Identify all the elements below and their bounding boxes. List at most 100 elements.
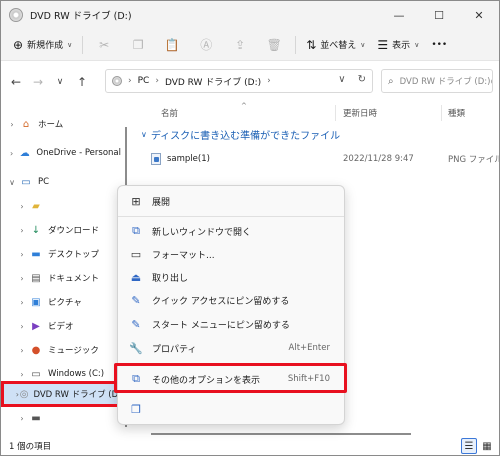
close-button[interactable]: ✕	[459, 1, 499, 29]
window-title: DVD RW ドライブ (D:)	[30, 11, 132, 22]
group-header[interactable]: ∨ ディスクに書き込む準備ができたファイル	[141, 127, 340, 142]
menu-item-pin-start[interactable]: ✎ スタート メニューにピン留めする	[122, 313, 340, 335]
network-drive-icon: ▬	[31, 412, 41, 424]
more-button[interactable]: •••	[425, 33, 453, 57]
expand-chevron-icon[interactable]: ›	[15, 414, 29, 423]
breadcrumb-drive[interactable]: DVD RW ドライブ (D:)	[165, 75, 261, 88]
menu-item-label: プロパティ	[152, 344, 197, 355]
view-label: 表示	[392, 41, 411, 51]
recent-chevron-icon[interactable]: ∨	[49, 77, 71, 87]
expand-chevron-icon[interactable]: ›	[15, 226, 29, 235]
sidebar-item-desktop[interactable]: › ▬ デスクトップ	[1, 243, 121, 265]
back-arrow-icon[interactable]: ←	[5, 75, 27, 89]
paste-icon[interactable]: 📋	[155, 38, 189, 52]
dvd-drive-icon	[112, 76, 122, 86]
share-icon[interactable]: ⇪	[223, 38, 257, 52]
divider	[82, 35, 84, 54]
collapse-chevron-icon[interactable]: ∨	[5, 178, 19, 187]
chevron-down-icon[interactable]: ∨	[338, 74, 345, 85]
pin-icon: ✎	[131, 317, 141, 331]
sidebar-item-home[interactable]: › ⌂ ホーム	[1, 113, 121, 135]
expand-chevron-icon[interactable]: ›	[15, 322, 29, 331]
expand-chevron-icon[interactable]: ›	[15, 370, 29, 379]
list-item[interactable]: sample(1) 2022/11/28 9:47 PNG ファイル	[151, 149, 499, 169]
column-header-name[interactable]: 名前	[161, 107, 178, 119]
menu-item-format[interactable]: ▭ フォーマット...	[122, 243, 340, 265]
navigation-row: ← → ∨ ↑ › PC › DVD RW ドライブ (D:) › ∨ ↻ ⌕ …	[1, 63, 499, 101]
home-icon: ⌂	[22, 118, 30, 130]
menu-item-copy[interactable]: ❐	[122, 398, 340, 420]
sidebar-item-pc[interactable]: ∨ ▭ PC	[1, 171, 121, 193]
eject-icon: ⏏	[130, 270, 142, 284]
sidebar-item-downloads[interactable]: › ↓ ダウンロード	[1, 219, 121, 241]
sidebar-item-videos[interactable]: › ▶ ビデオ	[1, 315, 121, 337]
sort-button[interactable]: ⇅ 並べ替え ∨	[300, 33, 371, 57]
sidebar-item-user-folder[interactable]: › ▰	[1, 195, 121, 217]
search-box[interactable]: ⌕ DVD RW ドライブ (D:)の検索	[381, 69, 493, 93]
column-headers: 名前 ^ 更新日時 種類	[123, 101, 499, 125]
horizontal-scrollbar[interactable]	[151, 433, 411, 435]
sidebar-item-documents[interactable]: › ▤ ドキュメント	[1, 267, 121, 289]
expand-chevron-icon[interactable]: ›	[15, 346, 29, 355]
minimize-button[interactable]: —	[379, 1, 419, 29]
expand-chevron-icon[interactable]: ›	[15, 298, 29, 307]
copy-icon[interactable]: ❐	[121, 38, 155, 52]
copy-icon: ❐	[131, 402, 141, 416]
menu-item-label: 新しいウィンドウで開く	[152, 227, 252, 238]
menu-item-shortcut: Alt+Enter	[288, 343, 330, 353]
command-bar: ⊕ 新規作成 ∨ ✂ ❐ 📋 Ⓐ ⇪ 🗑 ⇅ 並べ替え ∨ ☰ 表示 ∨ •••	[1, 29, 499, 61]
file-date: 2022/11/28 9:47	[343, 154, 414, 164]
menu-item-properties[interactable]: 🔧 プロパティ Alt+Enter	[122, 337, 340, 359]
details-view-icon[interactable]: ☰	[461, 438, 477, 454]
dvd-drive-icon	[9, 8, 23, 22]
breadcrumb-pc[interactable]: PC	[138, 76, 150, 86]
menu-divider	[118, 216, 344, 217]
address-bar[interactable]: › PC › DVD RW ドライブ (D:) › ∨ ↻	[105, 69, 373, 93]
new-label: 新規作成	[27, 41, 64, 51]
pin-icon: ✎	[131, 293, 141, 307]
column-header-date[interactable]: 更新日時	[343, 107, 377, 119]
cut-icon[interactable]: ✂	[87, 38, 121, 52]
breadcrumb-chevron-icon: ›	[267, 76, 271, 86]
search-icon: ⌕	[388, 75, 394, 87]
menu-item-expand[interactable]: ⊞ 展開	[122, 190, 340, 212]
expand-chevron-icon[interactable]: ›	[5, 120, 19, 129]
expand-chevron-icon[interactable]: ›	[15, 274, 29, 283]
menu-item-pin-quick-access[interactable]: ✎ クイック アクセスにピン留めする	[122, 289, 340, 311]
menu-item-open-new-window[interactable]: ⧉ 新しいウィンドウで開く	[122, 220, 340, 242]
menu-item-label: 展開	[152, 197, 171, 208]
highlight-box	[114, 363, 347, 393]
explorer-window: DVD RW ドライブ (D:) — ☐ ✕ ⊕ 新規作成 ∨ ✂ ❐ 📋 Ⓐ …	[0, 0, 500, 456]
file-name: sample(1)	[167, 154, 210, 164]
up-arrow-icon[interactable]: ↑	[71, 75, 93, 89]
sidebar-item-label: ホーム	[38, 120, 64, 130]
expand-chevron-icon[interactable]: ›	[5, 149, 18, 158]
column-header-type[interactable]: 種類	[448, 107, 465, 119]
maximize-button[interactable]: ☐	[419, 1, 459, 29]
sidebar-item-music[interactable]: › ● ミュージック	[1, 339, 121, 361]
column-divider[interactable]	[335, 105, 336, 121]
sidebar-item-network-drive[interactable]: › ▬	[1, 407, 121, 429]
new-button[interactable]: ⊕ 新規作成 ∨	[7, 33, 78, 57]
sidebar-item-pictures[interactable]: › ▣ ピクチャ	[1, 291, 121, 313]
window-controls: — ☐ ✕	[379, 1, 499, 29]
tiles-view-icon[interactable]: ▦	[479, 438, 495, 454]
sort-label: 並べ替え	[320, 41, 357, 51]
video-icon: ▶	[32, 320, 40, 332]
expand-chevron-icon[interactable]: ›	[15, 202, 29, 211]
menu-item-eject[interactable]: ⏏ 取り出し	[122, 266, 340, 288]
view-button[interactable]: ☰ 表示 ∨	[371, 33, 425, 57]
delete-icon[interactable]: 🗑	[257, 38, 291, 52]
expand-chevron-icon[interactable]: ›	[15, 250, 29, 259]
item-count: 1 個の項目	[9, 442, 52, 452]
sidebar-item-onedrive[interactable]: › ☁ OneDrive - Personal	[1, 142, 121, 164]
breadcrumb-chevron-icon: ›	[155, 76, 159, 86]
refresh-icon[interactable]: ↻	[358, 74, 366, 85]
plus-circle-icon: ⊕	[13, 37, 24, 52]
user-folder-icon: ▰	[32, 200, 40, 212]
open-new-window-icon: ⧉	[132, 224, 140, 237]
column-divider[interactable]	[441, 105, 442, 121]
chevron-down-icon: ∨	[67, 40, 73, 49]
rename-icon[interactable]: Ⓐ	[189, 36, 223, 53]
forward-arrow-icon[interactable]: →	[27, 75, 49, 89]
